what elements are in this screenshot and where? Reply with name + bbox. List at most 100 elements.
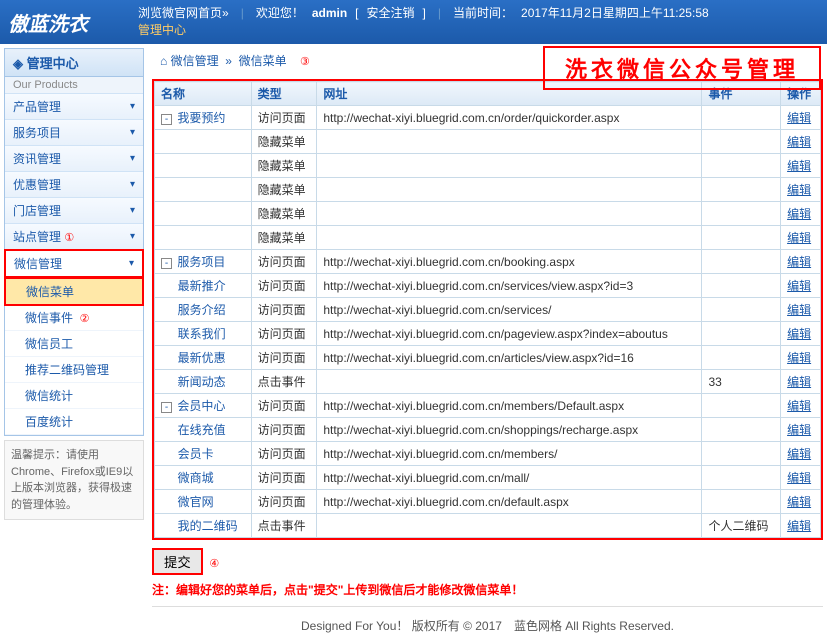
crumb-a[interactable]: 微信管理 [171,54,219,68]
logout-link[interactable]: 安全注销 [367,5,415,22]
cell-event [702,130,781,154]
sub-item[interactable]: 微信员工 [5,331,143,357]
crumb-b[interactable]: 微信菜单 [239,54,287,68]
edit-link[interactable]: 编辑 [787,351,811,365]
cell-event [702,274,781,298]
nav-item[interactable]: 服务项目▾ [5,120,143,146]
edit-link[interactable]: 编辑 [787,423,811,437]
cell-event [702,466,781,490]
submit-button[interactable]: 提交 [152,548,203,575]
cell-url [317,154,702,178]
cell-event: 33 [702,370,781,394]
table-row: 新闻动态点击事件33编辑 [155,370,821,394]
edit-link[interactable]: 编辑 [787,255,811,269]
cell-event [702,178,781,202]
menu-table: 名称类型网址事件操作 - 我要预约访问页面http://wechat-xiyi.… [152,79,823,540]
cell-type: 隐藏菜单 [251,130,317,154]
cell-url: http://wechat-xiyi.bluegrid.com.cn/servi… [317,274,702,298]
chevron-down-icon: ▾ [130,205,135,216]
edit-link[interactable]: 编辑 [787,159,811,173]
cell-url [317,514,702,538]
cell-type: 访问页面 [251,298,317,322]
edit-link[interactable]: 编辑 [787,327,811,341]
chevron-down-icon: ▾ [129,258,134,269]
edit-link[interactable]: 编辑 [787,207,811,221]
edit-link[interactable]: 编辑 [787,135,811,149]
cell-url: http://wechat-xiyi.bluegrid.com.cn/order… [317,106,702,130]
cell-action: 编辑 [781,226,821,250]
mark-3: ③ [300,56,310,68]
cell-url: http://wechat-xiyi.bluegrid.com.cn/booki… [317,250,702,274]
home-icon[interactable]: ⌂ [160,54,167,68]
cell-name: - 我要预约 [155,106,252,130]
sub-item[interactable]: 微信菜单 [4,277,144,306]
edit-link[interactable]: 编辑 [787,279,811,293]
cell-action: 编辑 [781,274,821,298]
sub-item[interactable]: 微信统计 [5,383,143,409]
cell-event [702,322,781,346]
edit-link[interactable]: 编辑 [787,375,811,389]
browse-link[interactable]: 浏览微官网首页» [138,5,229,22]
cell-name: 服务介绍 [155,298,252,322]
username: admin [312,5,347,22]
sub-item[interactable]: 百度统计 [5,409,143,435]
center-label: 管理中心 [138,22,819,39]
cell-name: 最新优惠 [155,346,252,370]
cell-name [155,130,252,154]
cell-name [155,202,252,226]
edit-link[interactable]: 编辑 [787,447,811,461]
cell-url [317,226,702,250]
cell-action: 编辑 [781,418,821,442]
cell-type: 点击事件 [251,370,317,394]
cell-action: 编辑 [781,514,821,538]
edit-link[interactable]: 编辑 [787,303,811,317]
expand-icon[interactable]: - [161,258,172,269]
cell-action: 编辑 [781,322,821,346]
cell-type: 隐藏菜单 [251,202,317,226]
expand-icon[interactable]: - [161,114,172,125]
expand-icon[interactable]: - [161,402,172,413]
cell-type: 访问页面 [251,394,317,418]
cell-name: 微官网 [155,490,252,514]
cell-action: 编辑 [781,394,821,418]
table-row: 服务介绍访问页面http://wechat-xiyi.bluegrid.com.… [155,298,821,322]
nav-item[interactable]: 站点管理 ①▾ [5,224,143,250]
tip-box: 温馨提示：请使用Chrome、Firefox或IE9以上版本浏览器，获得极速的管… [4,440,144,520]
edit-link[interactable]: 编辑 [787,111,811,125]
nav-item[interactable]: 门店管理▾ [5,198,143,224]
chevron-down-icon: ▾ [130,231,135,242]
nav-item[interactable]: 优惠管理▾ [5,172,143,198]
chevron-down-icon: ▾ [130,179,135,190]
col-header: 类型 [251,82,317,106]
cell-url: http://wechat-xiyi.bluegrid.com.cn/pagev… [317,322,702,346]
cell-type: 隐藏菜单 [251,154,317,178]
nav-item[interactable]: 产品管理▾ [5,94,143,120]
edit-link[interactable]: 编辑 [787,495,811,509]
nav-item[interactable]: 微信管理▾ [4,249,144,278]
cell-event: 个人二维码 [702,514,781,538]
time-value: 2017年11月2日星期四上午11:25:58 [521,5,709,22]
cell-name: - 会员中心 [155,394,252,418]
cell-url: http://wechat-xiyi.bluegrid.com.cn/membe… [317,442,702,466]
cell-event [702,106,781,130]
cell-action: 编辑 [781,466,821,490]
cell-event [702,442,781,466]
mark-4: ④ [209,558,219,570]
edit-link[interactable]: 编辑 [787,399,811,413]
edit-link[interactable]: 编辑 [787,183,811,197]
nav-item[interactable]: 资讯管理▾ [5,146,143,172]
sub-item[interactable]: 微信事件 ② [5,305,143,331]
cell-event [702,154,781,178]
edit-link[interactable]: 编辑 [787,231,811,245]
cell-type: 访问页面 [251,106,317,130]
cell-url: http://wechat-xiyi.bluegrid.com.cn/mall/ [317,466,702,490]
cell-name: 最新推介 [155,274,252,298]
cell-type: 隐藏菜单 [251,226,317,250]
edit-link[interactable]: 编辑 [787,471,811,485]
sub-item[interactable]: 推荐二维码管理 [5,357,143,383]
cell-action: 编辑 [781,298,821,322]
cell-name: 微商城 [155,466,252,490]
edit-link[interactable]: 编辑 [787,519,811,533]
cell-url: http://wechat-xiyi.bluegrid.com.cn/membe… [317,394,702,418]
cell-action: 编辑 [781,250,821,274]
